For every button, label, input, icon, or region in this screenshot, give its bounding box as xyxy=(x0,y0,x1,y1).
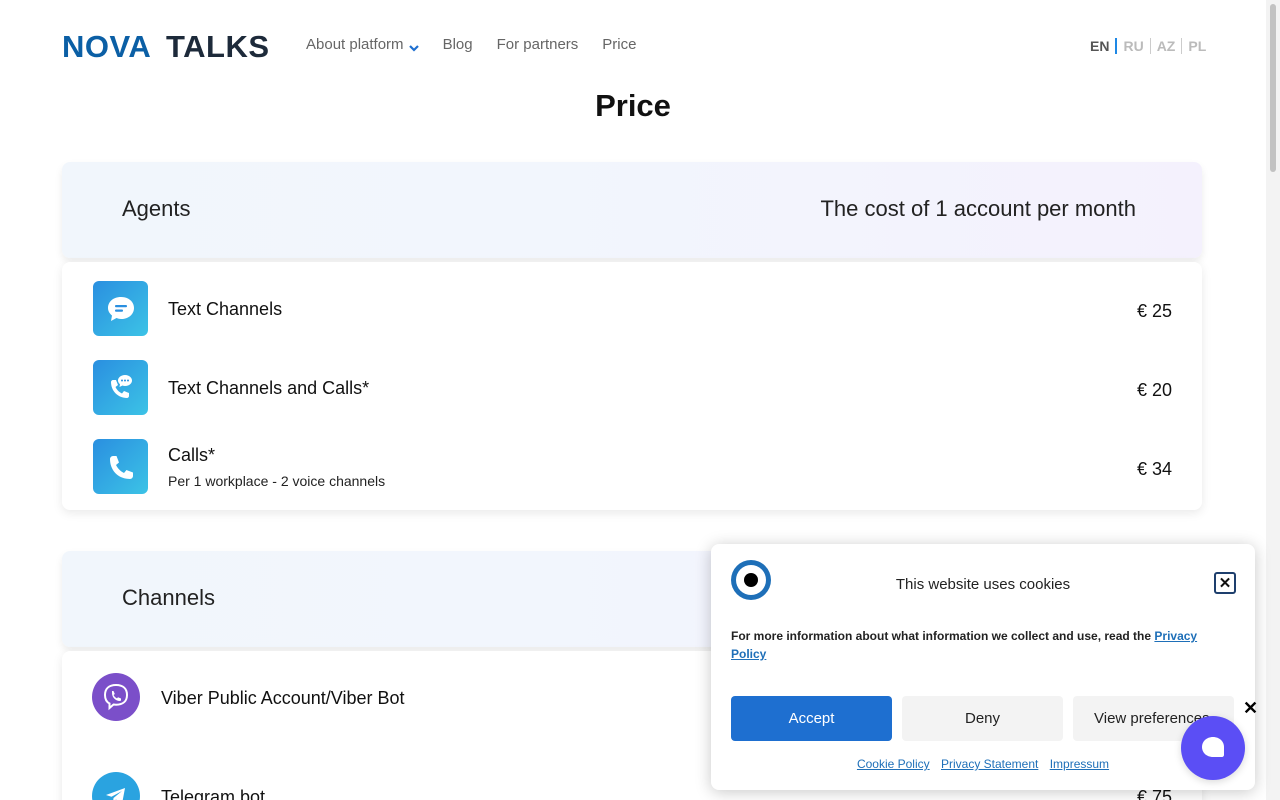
svg-text:TALKS: TALKS xyxy=(166,31,268,61)
page-title: Price xyxy=(595,88,671,123)
cookie-policy-link[interactable]: Cookie Policy xyxy=(857,757,930,771)
novatalks-logo[interactable]: NOVA TALKS xyxy=(62,29,269,64)
nav-blog[interactable]: Blog xyxy=(443,36,473,53)
agent-row-calls: Calls* Per 1 workplace - 2 voice channel… xyxy=(62,439,1202,495)
chat-bubble-icon xyxy=(1202,737,1224,757)
deny-button[interactable]: Deny xyxy=(902,696,1063,741)
telegram-icon xyxy=(92,772,140,800)
nav-blog-label: Blog xyxy=(442,36,473,53)
chat-bubble-icon xyxy=(93,281,148,336)
agents-header-cost-label: The cost of 1 account per month xyxy=(820,196,1136,221)
chevron-down-icon xyxy=(408,40,419,52)
phone-icon xyxy=(93,439,148,494)
chat-widget-button[interactable] xyxy=(1181,716,1245,780)
cookie-footer-links: Cookie Policy Privacy Statement Impressu… xyxy=(711,757,1255,771)
nav-for-partners-label: For partners xyxy=(496,36,579,53)
agent-row-name: Text Channels xyxy=(168,299,283,319)
nav-price-label: Price xyxy=(602,36,637,53)
agent-row-text-channels-and-calls: Text Channels and Calls* € 20 xyxy=(62,360,1202,416)
agent-row-price: € 34 xyxy=(1136,459,1172,479)
site-header: NOVA TALKS About platform Blog For partn… xyxy=(0,0,1266,90)
language-switcher: EN RU AZ PL xyxy=(1090,38,1212,54)
impressum-link[interactable]: Impressum xyxy=(1050,757,1109,771)
privacy-statement-link[interactable]: Privacy Statement xyxy=(941,757,1038,771)
scrollbar-thumb[interactable] xyxy=(1270,4,1276,172)
lang-en[interactable]: EN xyxy=(1090,38,1115,54)
agents-card-header: Agents The cost of 1 account per month xyxy=(62,162,1202,258)
channels-header-label: Channels xyxy=(122,585,215,610)
cookie-consent-dialog: This website uses cookies ✕ For more inf… xyxy=(711,544,1255,790)
lang-pl[interactable]: PL xyxy=(1181,38,1212,54)
lang-ru[interactable]: RU xyxy=(1115,38,1149,54)
nav-price[interactable]: Price xyxy=(602,36,636,53)
phone-chat-icon xyxy=(93,360,148,415)
agent-row-name: Text Channels and Calls* xyxy=(168,378,370,398)
agent-row-subtitle: Per 1 workplace - 2 voice channels xyxy=(168,473,386,489)
agent-row-name: Calls* xyxy=(168,445,216,465)
page-scrollbar[interactable] xyxy=(1266,0,1280,800)
nav-about-platform[interactable]: About platform xyxy=(306,36,419,53)
cookie-dialog-text: For more information about what informat… xyxy=(731,627,1231,663)
cookie-text-body: For more information about what informat… xyxy=(731,629,1155,643)
channel-row-name: Telegram bot xyxy=(161,787,266,800)
agent-row-text-channels: Text Channels € 25 xyxy=(62,281,1202,337)
accept-button[interactable]: Accept xyxy=(731,696,892,741)
agent-row-price: € 25 xyxy=(1136,301,1172,321)
agents-card-body: Text Channels € 25 Text Channels and Cal… xyxy=(62,262,1202,510)
agent-row-price: € 20 xyxy=(1136,380,1172,400)
svg-text:NOVA: NOVA xyxy=(62,31,151,61)
lang-az[interactable]: AZ xyxy=(1149,38,1182,54)
nav-for-partners[interactable]: For partners xyxy=(497,36,579,53)
cookie-close-button[interactable]: ✕ xyxy=(1214,572,1236,594)
channel-row-name: Viber Public Account/Viber Bot xyxy=(161,688,405,708)
nav-about-platform-label: About platform xyxy=(306,36,404,53)
viber-icon xyxy=(92,673,140,721)
agents-header-label: Agents xyxy=(122,196,191,221)
main-nav: About platform Blog For partners Price xyxy=(306,36,660,53)
cookie-dialog-title: This website uses cookies xyxy=(895,576,1071,593)
close-icon[interactable]: ✕ xyxy=(1243,698,1258,719)
